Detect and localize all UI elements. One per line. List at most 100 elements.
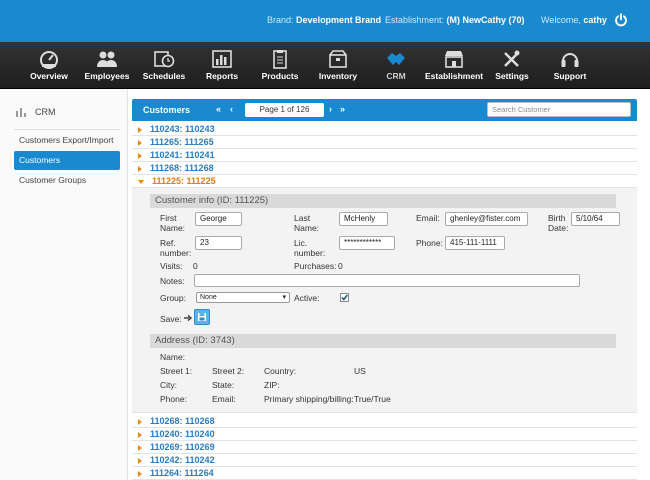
address-phone-label: Phone: — [160, 394, 187, 404]
street2-label: Street 2: — [212, 366, 245, 376]
nav-label: Settings — [495, 71, 529, 81]
notes-label: Notes: — [160, 276, 185, 286]
table-row[interactable]: 110240: 110240 — [132, 428, 637, 441]
table-row[interactable]: 110243: 110243 — [132, 123, 637, 136]
purchases-value: 0 — [338, 261, 343, 271]
last-page-button[interactable]: » — [340, 104, 345, 114]
notes-field[interactable] — [194, 274, 580, 287]
birth-date-label: Birth Date: — [548, 213, 569, 233]
street1-label: Street 1: — [160, 366, 193, 376]
page-indicator[interactable]: Page 1 of 126 — [245, 103, 324, 117]
phone-field[interactable]: 415-111-1111 — [445, 236, 505, 250]
user-name: cathy — [583, 15, 607, 25]
active-checkbox[interactable] — [340, 293, 349, 302]
headset-icon — [561, 53, 579, 67]
email-label: Email: — [416, 213, 440, 223]
first-page-button[interactable]: « — [216, 104, 221, 114]
table-row[interactable]: 111265: 111265 — [132, 136, 637, 149]
group-value: None — [200, 294, 217, 301]
row-label: 110243: 110243 — [150, 124, 215, 134]
customer-detail-panel: Customer info (ID: 111225) First Name: G… — [132, 188, 637, 413]
establishment-label: Establishment: — [385, 15, 445, 25]
brand-label: Brand: — [267, 15, 294, 25]
nav-products[interactable]: Products — [256, 42, 304, 89]
birth-date-field[interactable]: 5/10/64 — [571, 212, 620, 226]
country-value: US — [354, 366, 366, 376]
table-row[interactable]: 110268: 110268 — [132, 415, 637, 428]
row-label: 110269: 110269 — [150, 442, 215, 452]
sidebar-item-customers[interactable]: Customers — [14, 151, 120, 170]
caret-right-icon — [138, 444, 142, 451]
nav-label: Reports — [205, 71, 239, 81]
zip-label: ZIP: — [264, 380, 280, 390]
first-name-field[interactable]: George — [195, 212, 242, 226]
grid-title: Customers — [143, 105, 191, 115]
lic-number-field[interactable]: ************ — [339, 236, 395, 250]
save-label: Save: — [160, 314, 182, 324]
nav-label: Employees — [84, 71, 130, 81]
sidebar: CRM Customers Export/Import Customers Cu… — [0, 89, 128, 480]
power-icon[interactable] — [614, 13, 628, 27]
sidebar-item-customer-groups[interactable]: Customer Groups — [14, 171, 120, 190]
row-label: 110241: 110241 — [150, 150, 215, 160]
table-row[interactable]: 110242: 110242 — [132, 454, 637, 467]
table-row[interactable]: 110269: 110269 — [132, 441, 637, 454]
last-name-field[interactable]: McHenly — [339, 212, 388, 226]
row-label: 111264: 111264 — [150, 468, 214, 478]
caret-right-icon — [138, 418, 142, 425]
nav-support[interactable]: Support — [548, 42, 592, 89]
establishment-info[interactable]: Establishment: (M) NewCathy (70) — [385, 15, 525, 25]
top-bar: Brand: Development Brand Establishment: … — [0, 0, 650, 42]
table-row-expanded[interactable]: 111225: 111225 — [132, 175, 637, 188]
sidebar-item-customers-export-import[interactable]: Customers Export/Import — [14, 131, 120, 150]
brand-value: Development Brand — [296, 15, 382, 25]
people-icon — [97, 51, 117, 67]
country-label: Country: — [264, 366, 297, 376]
nav-label: Schedules — [142, 71, 186, 81]
grid-header: Customers « ‹ Page 1 of 126 › » — [132, 99, 637, 121]
search-input[interactable] — [487, 102, 631, 117]
nav-reports[interactable]: Reports — [198, 42, 246, 89]
bar-chart-icon — [16, 108, 26, 118]
group-select[interactable]: None ▾ — [196, 292, 290, 303]
prev-page-button[interactable]: ‹ — [230, 104, 233, 114]
row-label: 110268: 110268 — [150, 416, 215, 426]
nav-crm[interactable]: CRM — [372, 42, 420, 89]
row-label: 110240: 110240 — [150, 429, 215, 439]
nav-establishment[interactable]: Establishment — [425, 42, 483, 89]
phone-label: Phone: — [416, 238, 443, 248]
row-label: 111225: 111225 — [152, 176, 216, 186]
customer-info-header: Customer info (ID: 111225) — [150, 194, 616, 208]
last-name-label: Last Name: — [294, 213, 320, 233]
address-header: Address (ID: 3743) — [150, 334, 616, 348]
caret-right-icon — [138, 457, 142, 464]
nav-label: Establishment — [425, 71, 484, 81]
state-label: State: — [212, 380, 235, 390]
next-page-button[interactable]: › — [329, 104, 332, 114]
nav-schedules[interactable]: Schedules — [139, 42, 189, 89]
clipboard-icon — [273, 50, 287, 69]
visits-value: 0 — [193, 261, 198, 271]
nav-overview[interactable]: Overview — [24, 42, 74, 89]
nav-label: CRM — [386, 71, 406, 81]
table-row[interactable]: 111268: 111268 — [132, 162, 637, 175]
storefront-icon — [445, 51, 463, 68]
group-label: Group: — [160, 293, 186, 303]
row-label: 110242: 110242 — [150, 455, 215, 465]
divider — [14, 129, 120, 130]
nav-settings[interactable]: Settings — [490, 42, 534, 89]
email-field[interactable]: ghenley@fister.com — [445, 212, 528, 226]
table-row[interactable]: 111264: 111264 — [132, 467, 637, 480]
caret-right-icon — [138, 165, 142, 172]
ref-number-field[interactable]: 23 — [195, 236, 242, 250]
primary-shipping-label: Primary shipping/billing: — [264, 394, 354, 404]
nav-label: Support — [553, 71, 587, 81]
table-row[interactable]: 110241: 110241 — [132, 149, 637, 162]
save-button[interactable] — [194, 309, 210, 325]
nav-employees[interactable]: Employees — [82, 42, 132, 89]
brand-info[interactable]: Brand: Development Brand — [267, 15, 381, 25]
arrow-right-icon — [184, 315, 192, 321]
caret-right-icon — [138, 139, 142, 146]
caret-right-icon — [138, 126, 142, 133]
nav-inventory[interactable]: Inventory — [314, 42, 362, 89]
